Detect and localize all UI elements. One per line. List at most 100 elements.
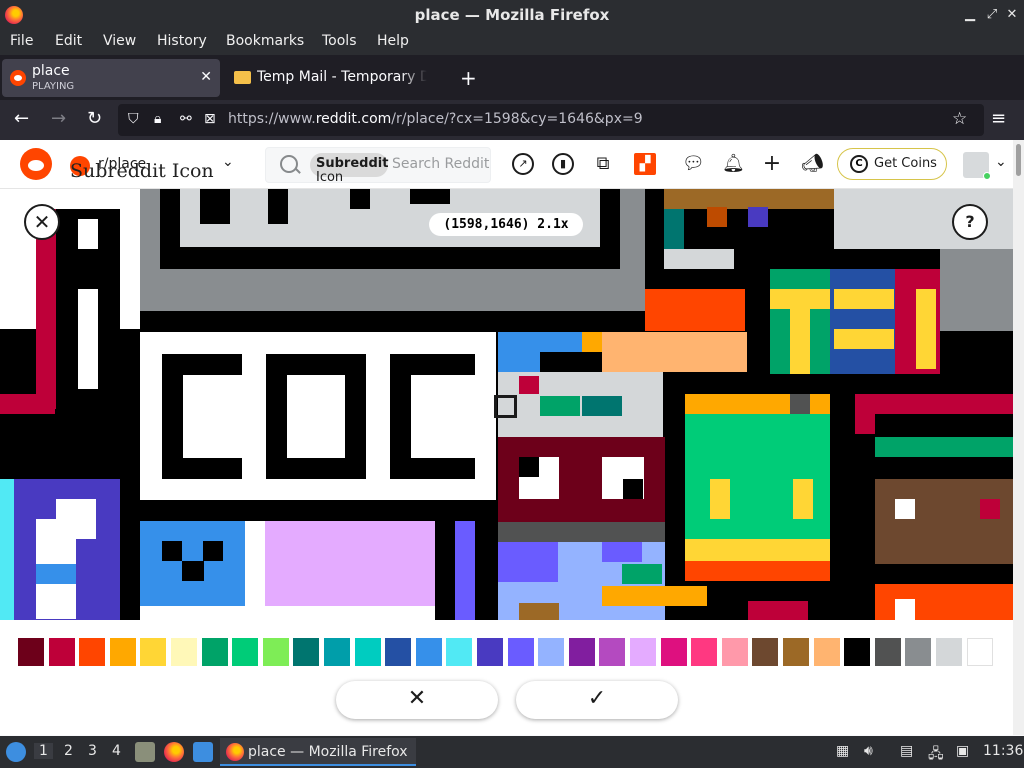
desktop-icon[interactable] <box>193 742 213 762</box>
color-swatch[interactable] <box>507 638 534 666</box>
rpan-icon[interactable]: ⧉ <box>592 153 614 175</box>
page-scrollbar[interactable] <box>1013 140 1024 735</box>
permissions-icon[interactable]: ⚯ <box>180 111 192 127</box>
notes-tray-icon[interactable]: ▤ <box>900 743 913 759</box>
online-status-dot <box>983 172 991 180</box>
menu-help[interactable]: Help <box>377 33 409 49</box>
coc-letter <box>287 375 345 458</box>
color-swatch[interactable] <box>936 638 962 666</box>
firefox-launcher-icon[interactable] <box>164 742 184 762</box>
color-swatch[interactable] <box>18 638 44 666</box>
confirm-button[interactable]: ✓ <box>516 681 678 719</box>
url-bar[interactable]: ⛉ 🔒︎ ⚯ ⊠ https://www.reddit.com/r/place/… <box>118 104 984 136</box>
color-swatch[interactable] <box>324 638 350 666</box>
search-input[interactable]: Subreddit Icon Search Reddit <box>265 147 491 185</box>
color-swatch[interactable] <box>966 638 993 666</box>
user-menu-chevron-icon[interactable]: ⌄ <box>995 154 1007 170</box>
color-swatch[interactable] <box>48 638 75 666</box>
color-swatch[interactable] <box>630 638 656 666</box>
color-swatch[interactable] <box>262 638 289 666</box>
color-swatch[interactable] <box>783 638 809 666</box>
menu-edit[interactable]: Edit <box>55 33 82 49</box>
back-icon[interactable]: ← <box>14 108 29 130</box>
workspace-2[interactable]: 2 <box>64 743 73 759</box>
color-swatch[interactable] <box>477 638 503 666</box>
canvas-region <box>200 189 230 224</box>
maximize-icon[interactable]: ⤢ <box>983 6 1001 24</box>
menu-bookmarks[interactable]: Bookmarks <box>226 33 304 49</box>
chat-icon[interactable]: 💬︎ <box>682 153 705 175</box>
color-swatch[interactable] <box>905 638 932 666</box>
color-swatch[interactable] <box>171 638 197 666</box>
url-text[interactable]: https://www.reddit.com/r/place/?cx=1598&… <box>228 111 643 127</box>
color-swatch[interactable] <box>446 638 473 666</box>
color-swatch[interactable] <box>354 638 381 666</box>
color-swatch[interactable] <box>140 638 167 666</box>
bluetooth-icon[interactable]: ▣ <box>956 743 969 759</box>
bookmark-star-icon[interactable]: ☆ <box>952 109 967 129</box>
taskbar-window-firefox[interactable]: place — Mozilla Firefox <box>220 738 416 766</box>
color-swatch[interactable] <box>660 638 687 666</box>
reddit-logo-icon[interactable] <box>20 148 52 180</box>
start-menu-icon[interactable] <box>6 742 26 762</box>
color-swatch[interactable] <box>293 638 320 666</box>
workspace-3[interactable]: 3 <box>88 743 97 759</box>
create-post-icon[interactable]: + <box>761 153 783 175</box>
menu-view[interactable]: View <box>103 33 136 49</box>
workspace-4[interactable]: 4 <box>112 743 121 759</box>
color-swatch[interactable] <box>79 638 106 666</box>
workspace-1[interactable]: 1 <box>34 743 53 759</box>
new-tab-icon[interactable]: + <box>460 66 477 90</box>
popular-icon[interactable]: ↗ <box>512 153 534 175</box>
tab-temp-mail[interactable]: Temp Mail - Temporary Disposable Email <box>226 59 452 97</box>
file-manager-icon[interactable] <box>135 742 155 762</box>
color-swatch[interactable] <box>232 638 259 666</box>
color-swatch[interactable] <box>599 638 626 666</box>
color-swatch[interactable] <box>568 638 595 666</box>
menu-history[interactable]: History <box>157 33 207 49</box>
place-icon[interactable]: ▞ <box>634 153 656 175</box>
close-window-icon[interactable]: ✕ <box>1003 6 1021 24</box>
tab-place[interactable]: place PLAYING ✕ <box>2 59 220 97</box>
get-coins-button[interactable]: C Get Coins <box>837 148 947 180</box>
minimize-icon[interactable]: ▁ <box>961 6 979 24</box>
notification-bell-icon[interactable]: 🔔︎ <box>722 153 745 175</box>
canvas-region <box>645 289 745 331</box>
color-swatch[interactable] <box>721 638 748 666</box>
chevron-down-icon[interactable]: ⌄ <box>222 154 234 170</box>
user-avatar[interactable] <box>963 152 991 180</box>
color-swatch[interactable] <box>538 638 565 666</box>
color-swatch[interactable] <box>813 638 840 666</box>
color-swatch[interactable] <box>691 638 718 666</box>
color-swatch[interactable] <box>201 638 228 666</box>
reddit-favicon-icon <box>10 70 26 86</box>
forward-icon[interactable]: → <box>51 108 66 130</box>
shield-icon[interactable]: ⛉ <box>128 111 139 127</box>
reload-icon[interactable]: ↻ <box>87 108 102 130</box>
advertise-megaphone-icon[interactable]: 📣︎ <box>801 153 824 175</box>
clipboard-tray-icon[interactable]: ▦ <box>836 743 849 759</box>
pixel-reticle <box>494 395 517 418</box>
volume-icon[interactable]: 🔊︎ <box>864 743 873 759</box>
network-icon[interactable]: 🖧︎ <box>928 743 944 767</box>
canvas-region <box>140 606 435 620</box>
camera-blocked-icon[interactable]: ⊠ <box>204 111 216 127</box>
close-canvas-button[interactable]: ✕ <box>24 204 60 240</box>
color-swatch[interactable] <box>385 638 412 666</box>
all-icon[interactable]: ▮ <box>552 153 574 175</box>
menu-file[interactable]: File <box>10 33 33 49</box>
color-swatch[interactable] <box>844 638 871 666</box>
canvas-region <box>162 541 182 561</box>
color-swatch[interactable] <box>874 638 901 666</box>
tab-close-icon[interactable]: ✕ <box>200 69 212 85</box>
lock-icon[interactable]: 🔒︎ <box>154 111 161 127</box>
hamburger-menu-icon[interactable]: ≡ <box>991 108 1006 130</box>
color-swatch[interactable] <box>415 638 442 666</box>
firefox-icon <box>226 743 244 761</box>
color-swatch[interactable] <box>752 638 779 666</box>
menu-tools[interactable]: Tools <box>322 33 357 49</box>
color-swatch[interactable] <box>109 638 136 666</box>
cancel-button[interactable]: ✕ <box>336 681 498 719</box>
help-button[interactable]: ? <box>952 204 988 240</box>
scrollbar-thumb[interactable] <box>1016 144 1021 176</box>
